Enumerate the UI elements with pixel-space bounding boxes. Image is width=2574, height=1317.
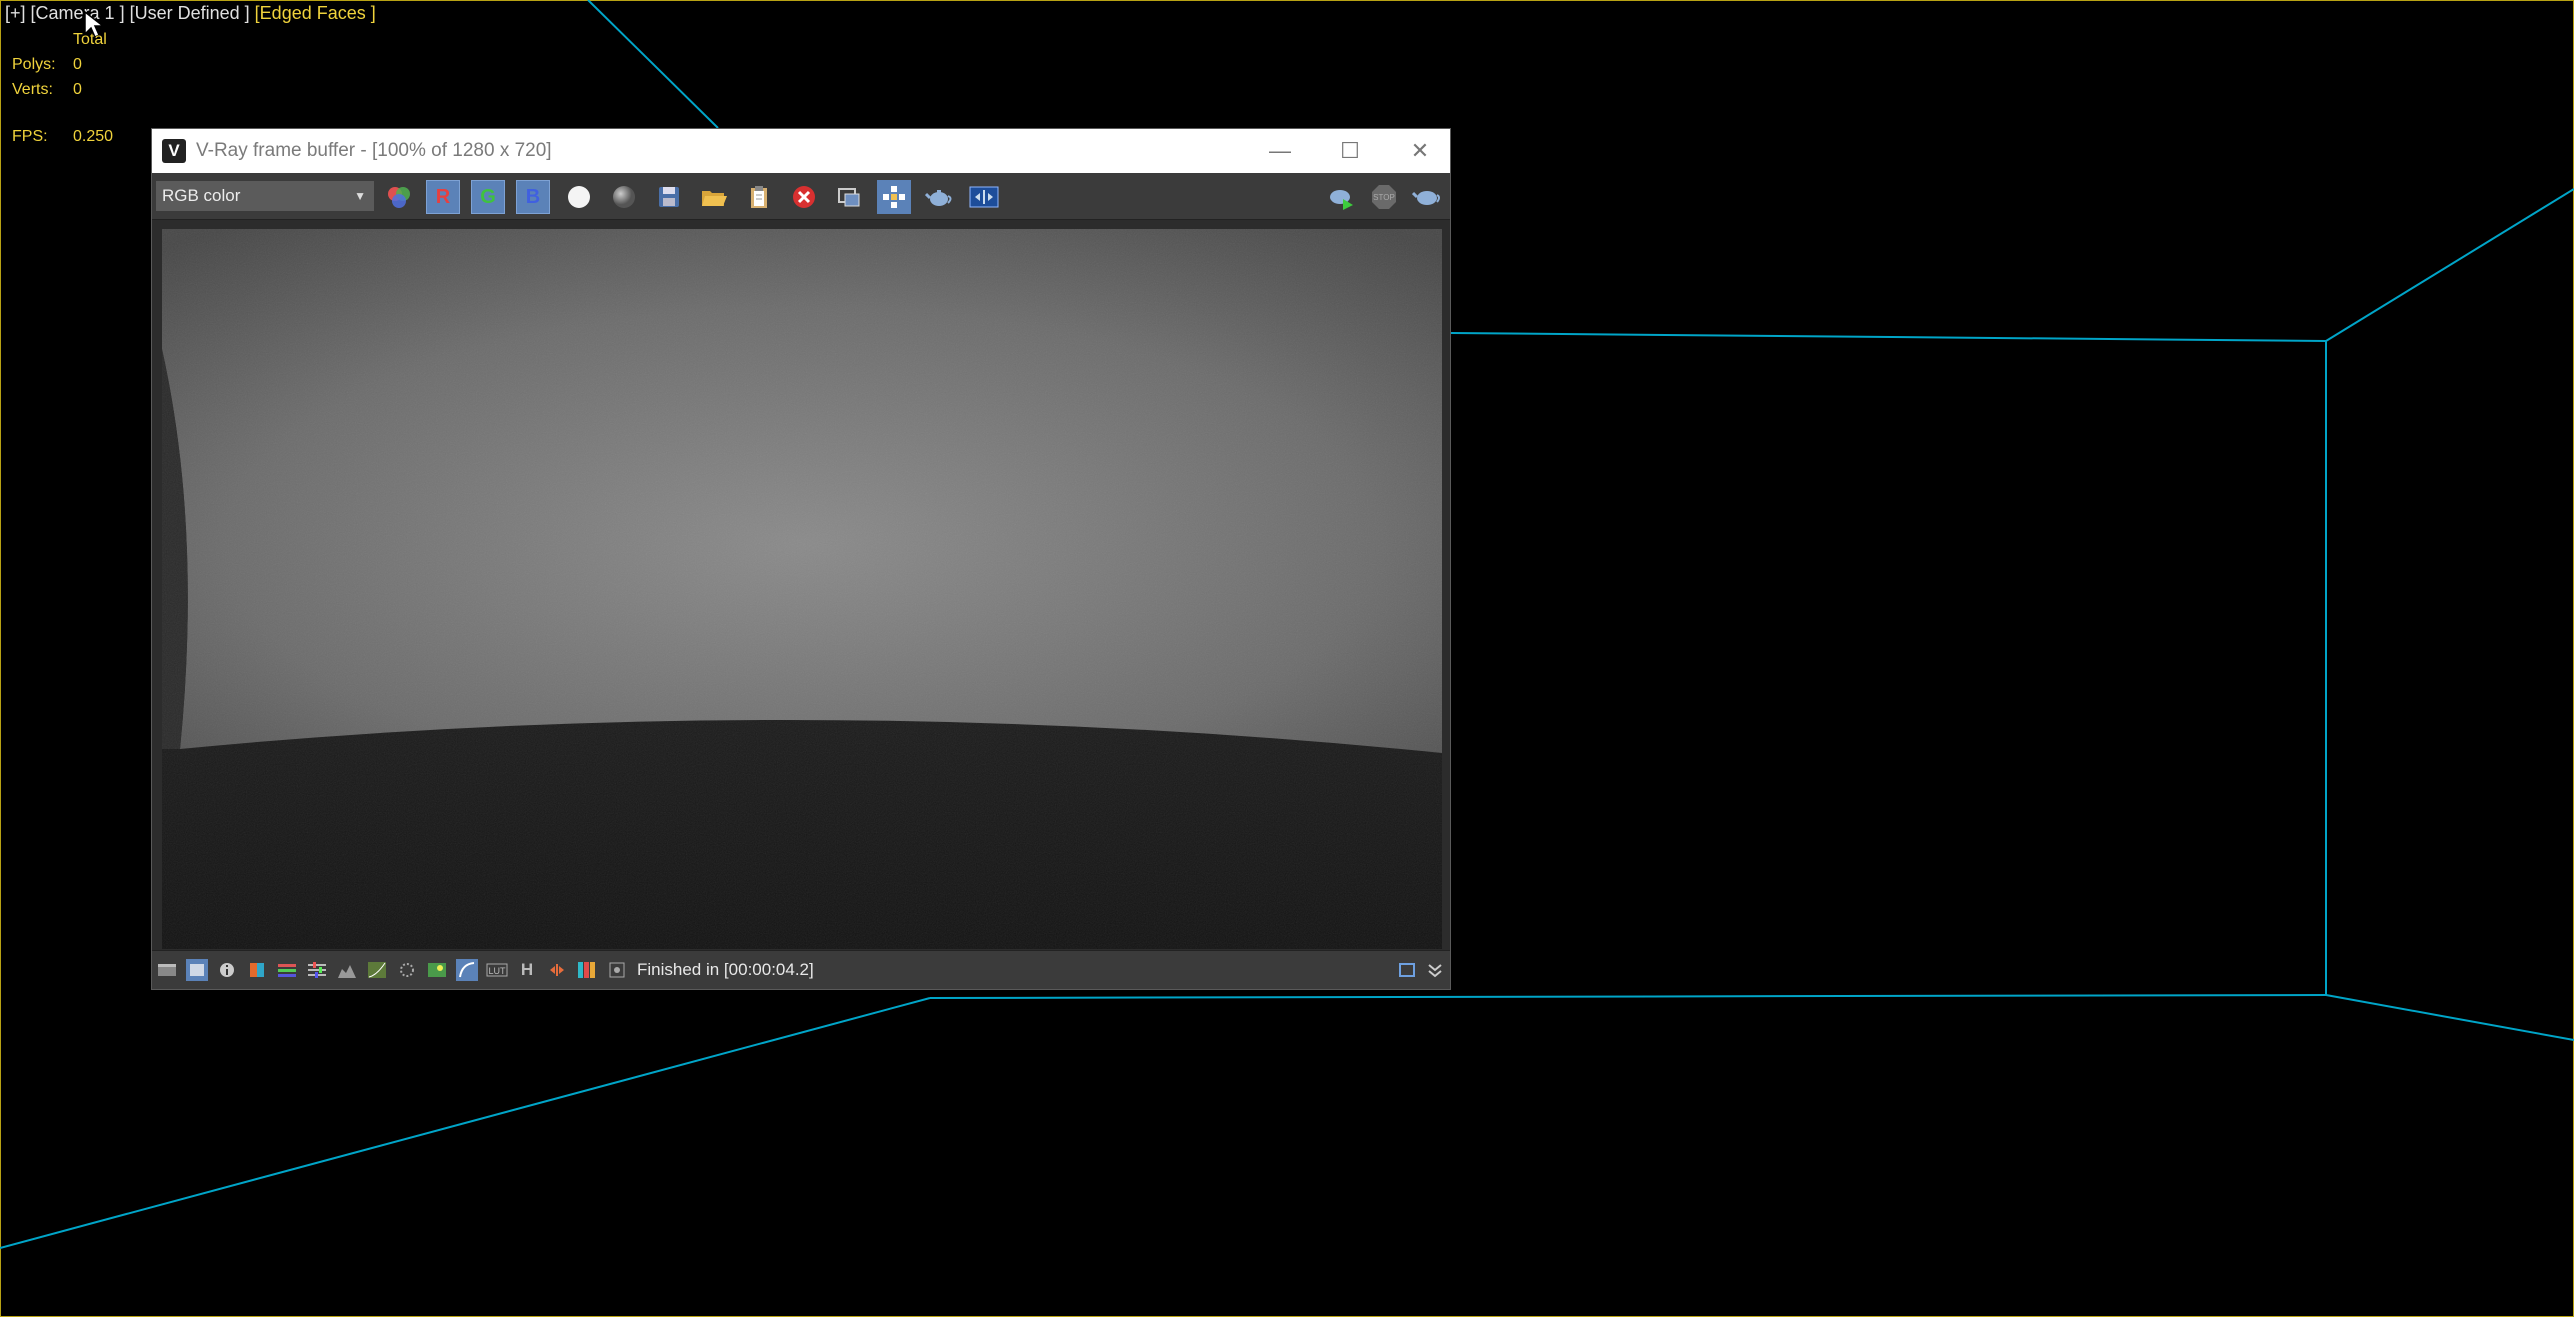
stop-render-label: STOP <box>1373 193 1395 202</box>
render-interactive-icon[interactable] <box>1324 180 1358 214</box>
color-correction-icon[interactable] <box>246 959 268 981</box>
wire-edge <box>2325 994 2574 1041</box>
close-button[interactable]: ✕ <box>1385 129 1455 173</box>
vray-frame-buffer-window[interactable]: V V-Ray frame buffer - [100% of 1280 x 7… <box>151 128 1451 990</box>
save-icon[interactable] <box>652 180 686 214</box>
vfb-toolbar: RGB color ▼ R G B STOP <box>152 173 1450 220</box>
wire-edge <box>0 997 931 1249</box>
layers-icon[interactable] <box>186 959 208 981</box>
clipboard-icon[interactable] <box>742 180 776 214</box>
stats-total-label: Total <box>73 31 107 48</box>
red-channel-button[interactable]: R <box>426 180 460 214</box>
wire-edge <box>929 994 2327 999</box>
viewport-user-defined[interactable]: [User Defined ] <box>130 3 250 23</box>
wire-edge <box>587 0 719 129</box>
grey-circle-icon[interactable] <box>607 180 641 214</box>
lut-icon[interactable]: LUT <box>486 959 508 981</box>
curves-icon[interactable] <box>366 959 388 981</box>
rendered-image[interactable] <box>162 229 1442 949</box>
ocio-button[interactable]: H <box>516 959 538 981</box>
hsl-icon[interactable] <box>276 959 298 981</box>
lens-icon[interactable] <box>606 959 628 981</box>
vray-logo-icon: V <box>162 139 186 163</box>
stats-verts-value: 0 <box>73 81 82 98</box>
chevron-down-icon: ▼ <box>354 189 366 203</box>
background-image-icon[interactable] <box>426 959 448 981</box>
vfb-status-bar: LUT H Finished in [00:00:04.2] <box>152 950 1450 989</box>
lut-label: LUT <box>488 966 506 976</box>
levels-icon[interactable] <box>336 959 358 981</box>
stats-polys-label: Polys: <box>12 56 56 73</box>
viewport-label[interactable]: [+] [Camera 1 ] [User Defined ] [Edged F… <box>5 3 376 24</box>
wire-edge <box>1450 332 2327 342</box>
stats-fps-label: FPS: <box>12 128 48 145</box>
render-preview <box>162 229 1442 949</box>
stats-polys-value: 0 <box>73 56 82 73</box>
region-render-icon[interactable] <box>832 180 866 214</box>
color-picker-icon[interactable] <box>382 180 416 214</box>
srgb-curve-icon[interactable] <box>456 959 478 981</box>
viewport-shading[interactable]: [Edged Faces ] <box>255 3 376 23</box>
stop-render-button[interactable]: STOP <box>1367 180 1401 214</box>
render-status-text: Finished in [00:00:04.2] <box>637 960 814 979</box>
channel-select-value: RGB color <box>162 186 241 205</box>
exposure-icon[interactable] <box>396 959 418 981</box>
open-folder-icon[interactable] <box>697 180 731 214</box>
white-circle-icon[interactable] <box>562 180 596 214</box>
stats-fps-value: 0.250 <box>73 128 114 145</box>
show-corrections-icon[interactable] <box>156 959 178 981</box>
maximize-button[interactable]: ☐ <box>1315 129 1385 173</box>
viewport-camera[interactable]: [Camera 1 ] <box>31 3 125 23</box>
viewport-menu-plus[interactable]: [+] <box>5 3 26 23</box>
lens-effects-icon[interactable] <box>967 180 1001 214</box>
vfb-title: V-Ray frame buffer - [100% of 1280 x 720… <box>196 140 552 161</box>
green-channel-button[interactable]: G <box>471 180 505 214</box>
render-icon[interactable] <box>1410 180 1444 214</box>
stats-verts-label: Verts: <box>12 81 53 98</box>
expand-panel-icon[interactable] <box>1424 959 1446 981</box>
color-balance-icon[interactable] <box>306 959 328 981</box>
history-icon[interactable] <box>576 959 598 981</box>
wire-edge <box>2325 188 2574 342</box>
info-icon[interactable] <box>216 959 238 981</box>
fit-window-icon[interactable] <box>1396 959 1418 981</box>
channel-select[interactable]: RGB color ▼ <box>156 181 374 211</box>
blue-channel-button[interactable]: B <box>516 180 550 214</box>
clear-image-icon[interactable] <box>787 180 821 214</box>
minimize-button[interactable]: — <box>1245 129 1315 173</box>
teapot-icon[interactable] <box>922 180 956 214</box>
compare-ab-icon[interactable] <box>546 959 568 981</box>
track-mouse-icon[interactable] <box>877 180 911 214</box>
vfb-title-bar[interactable]: V V-Ray frame buffer - [100% of 1280 x 7… <box>152 129 1450 173</box>
